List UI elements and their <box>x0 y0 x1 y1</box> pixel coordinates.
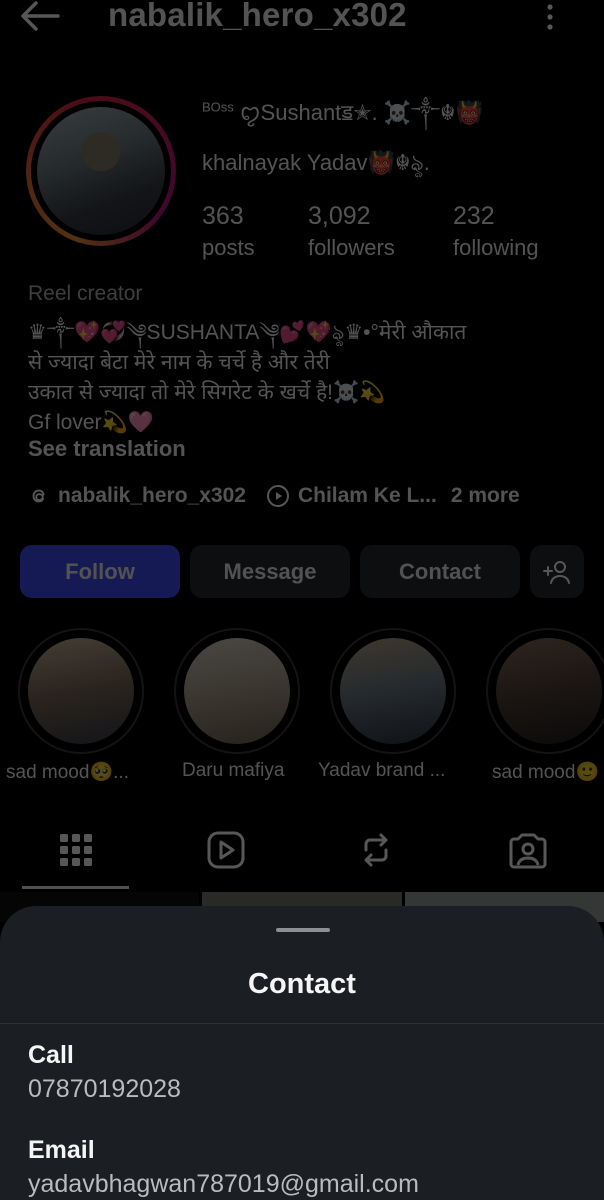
audio-link[interactable]: Chilam Ke L... <box>298 484 437 508</box>
bio-line: ♛༒💖💞༆SUSHANTA༆💕💖ৡ♛•°मेरी औकात <box>28 321 467 344</box>
avatar-photo <box>37 107 165 235</box>
email-label: Email <box>28 1136 95 1164</box>
call-value[interactable]: 07870192028 <box>28 1075 181 1104</box>
display-name-line2: khalnayak Yadav👹☬ৡ. <box>202 150 430 175</box>
threads-link[interactable]: nabalik_hero_x302 <box>58 484 246 508</box>
highlight-label: sad mood🥺... <box>6 762 129 783</box>
stat-label: posts <box>202 235 255 260</box>
bio-line: उकात से ज्यादा तो मेरे सिगरेट के खर्चे ह… <box>28 381 386 404</box>
reels-icon[interactable] <box>206 830 246 870</box>
more-links[interactable]: 2 more <box>451 484 520 508</box>
stat-posts[interactable]: 363 posts <box>202 202 255 261</box>
sheet-drag-handle[interactable] <box>276 928 330 932</box>
sheet-divider <box>0 1023 604 1024</box>
profile-category: Reel creator <box>28 282 143 305</box>
stat-following[interactable]: 232 following <box>453 202 539 261</box>
reposts-icon[interactable] <box>356 830 396 870</box>
profile-links: nabalik_hero_x302 Chilam Ke L... 2 more <box>28 484 520 508</box>
display-name-line1: BOss ꨄ︎Sushantॾ✭. ☠️༒☬👹 <box>202 88 483 150</box>
highlight-label: Yadav brand ... <box>318 760 446 781</box>
profile-avatar[interactable] <box>26 96 176 246</box>
stat-number: 232 <box>453 202 495 230</box>
highlight-1[interactable] <box>18 628 144 754</box>
profile-bio: ♛༒💖💞༆SUSHANTA༆💕💖ৡ♛•°मेरी औकात से ज्यादा … <box>28 318 588 438</box>
email-value[interactable]: yadavbhagwan787019@gmail.com <box>28 1170 419 1199</box>
play-circle-icon <box>266 485 289 507</box>
name-prefix: BOss <box>202 99 234 115</box>
call-label: Call <box>28 1041 74 1069</box>
see-translation-link[interactable]: See translation <box>28 436 186 462</box>
highlight-2[interactable] <box>174 628 300 754</box>
stat-number: 3,092 <box>308 202 371 230</box>
tagged-icon[interactable] <box>508 830 548 870</box>
message-button[interactable]: Message <box>190 545 350 598</box>
back-arrow-icon[interactable] <box>20 0 60 32</box>
contact-button[interactable]: Contact <box>360 545 520 598</box>
highlight-3[interactable] <box>330 628 456 754</box>
follow-button[interactable]: Follow <box>20 545 180 598</box>
sheet-title: Contact <box>248 968 356 1000</box>
profile-username: nabalik_hero_x302 <box>108 0 407 33</box>
grid-icon[interactable] <box>56 830 96 870</box>
active-tab-indicator <box>22 886 129 889</box>
stat-followers[interactable]: 3,092 followers <box>308 202 395 261</box>
bio-line: से ज्यादा बेटा मेरे नाम के चर्चे है और त… <box>28 351 330 374</box>
add-person-icon <box>543 560 570 584</box>
highlight-label: Daru mafiya <box>182 760 285 781</box>
stat-number: 363 <box>202 202 244 230</box>
stat-label: following <box>453 235 539 260</box>
more-options-icon[interactable] <box>540 2 560 32</box>
top-bar: nabalik_hero_x302 <box>0 0 604 36</box>
stat-label: followers <box>308 235 395 260</box>
add-person-button[interactable] <box>530 545 584 598</box>
threads-icon <box>32 489 45 503</box>
highlight-label: sad mood🙂 <box>492 762 600 783</box>
bio-line: Gf lover💫🩷 <box>28 411 154 434</box>
highlight-4[interactable] <box>486 628 604 754</box>
name-text: ꨄ︎Sushantॾ✭. ☠️༒☬👹 <box>239 100 483 125</box>
